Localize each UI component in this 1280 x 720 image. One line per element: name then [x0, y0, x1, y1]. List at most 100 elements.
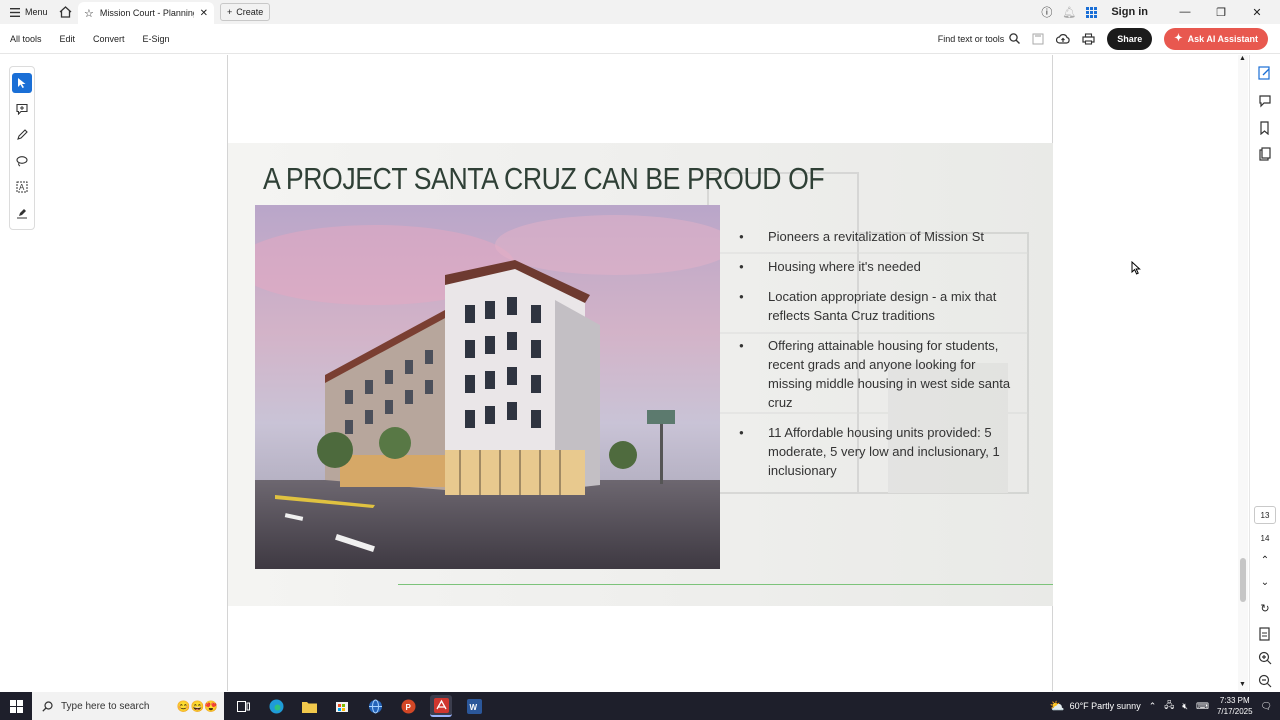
previous-page-icon[interactable]: ⌃: [1258, 555, 1272, 569]
scroll-thumb[interactable]: [1240, 558, 1246, 602]
clock-date: 7/17/2025: [1216, 707, 1253, 716]
file-explorer-button[interactable]: [298, 695, 320, 717]
sign-in-button[interactable]: Sign in: [1111, 6, 1148, 18]
edit-menu[interactable]: Edit: [60, 34, 76, 44]
close-tab-icon[interactable]: ✕: [200, 8, 208, 19]
cursor-arrow-icon: [18, 78, 26, 88]
convert-menu[interactable]: Convert: [93, 34, 125, 44]
comment-plus-icon: [16, 103, 28, 115]
minimize-icon[interactable]: —: [1172, 6, 1198, 18]
show-hidden-icons-icon[interactable]: ⌃: [1149, 701, 1157, 712]
acrobat-button[interactable]: [430, 695, 452, 717]
help-icon[interactable]: ⓘ: [1041, 4, 1052, 20]
save-icon[interactable]: [1032, 33, 1044, 45]
upload-cloud-icon[interactable]: [1056, 33, 1070, 45]
vertical-scrollbar[interactable]: ▲ ▼: [1238, 55, 1248, 691]
text-box-tool-button[interactable]: A: [12, 177, 32, 197]
green-divider-line: [398, 584, 1053, 585]
hamburger-icon: [10, 7, 20, 17]
edit-pdf-icon[interactable]: [1258, 66, 1272, 80]
windows-logo-icon: [9, 699, 23, 713]
text-box-icon: A: [16, 181, 28, 193]
restore-icon[interactable]: ❐: [1208, 6, 1234, 19]
ai-assistant-icon: ✦: [1174, 33, 1183, 44]
clock[interactable]: 7:33 PM 7/17/2025: [1217, 695, 1253, 717]
taskbar-search-input[interactable]: Type here to search 😊😄😍: [32, 692, 224, 720]
powerpoint-icon: P: [401, 699, 415, 713]
bookmark-icon[interactable]: [1258, 121, 1272, 135]
building-rendering-image: [255, 205, 720, 569]
bullet-item: Pioneers a revitalization of Mission St: [738, 227, 1018, 246]
ask-ai-assistant-button[interactable]: ✦ Ask AI Assistant: [1164, 27, 1268, 50]
word-icon: W: [466, 698, 482, 714]
emoji-widget-icon[interactable]: 😊😄😍: [177, 700, 218, 713]
add-comment-tool-button[interactable]: [12, 99, 32, 119]
apps-grid-icon[interactable]: [1086, 6, 1098, 18]
find-label: Find text or tools: [937, 33, 1005, 44]
svg-text:W: W: [469, 703, 477, 712]
edge-browser-button[interactable]: [265, 695, 287, 717]
bullet-item: 11 Affordable housing units provided: 5 …: [738, 423, 1018, 480]
partly-sunny-icon: ⛅: [1049, 699, 1065, 713]
zoom-out-icon[interactable]: [1258, 674, 1272, 688]
task-view-icon: [236, 700, 250, 712]
plus-icon: +: [227, 7, 233, 17]
weather-text: 60°F Partly sunny: [1069, 701, 1141, 711]
close-window-icon[interactable]: ✕: [1244, 6, 1270, 19]
scroll-up-icon[interactable]: ▲: [1239, 55, 1246, 62]
weather-widget[interactable]: ⛅ 60°F Partly sunny: [1050, 699, 1141, 713]
draw-tool-button[interactable]: [12, 125, 32, 145]
share-button[interactable]: Share: [1107, 27, 1153, 50]
create-button[interactable]: + Create: [220, 3, 271, 21]
task-view-button[interactable]: [232, 695, 254, 717]
volume-muted-icon[interactable]: 🔇︎: [1182, 701, 1188, 712]
powerpoint-button[interactable]: P: [397, 695, 419, 717]
next-page-icon[interactable]: ⌄: [1258, 577, 1272, 591]
lasso-icon: [16, 156, 28, 167]
find-tools-search[interactable]: Find text or tools: [938, 33, 1021, 44]
pages-thumbnail-icon[interactable]: [1258, 147, 1272, 161]
notification-bell-icon[interactable]: 🔔︎: [1062, 6, 1076, 19]
acrobat-icon: [433, 697, 449, 713]
home-icon: [59, 6, 71, 18]
scroll-down-icon[interactable]: ▼: [1239, 681, 1246, 688]
globe-icon: [368, 699, 382, 713]
notification-center-icon[interactable]: ⌨︎: [1196, 701, 1209, 712]
search-icon: [42, 700, 53, 712]
bullet-item: Offering attainable housing for students…: [738, 336, 1018, 412]
right-side-panel: 13 14 ⌃ ⌄ ↻: [1249, 55, 1280, 691]
current-page-number[interactable]: 13: [1254, 506, 1276, 524]
start-button[interactable]: [0, 699, 32, 713]
select-tool-button[interactable]: [12, 73, 32, 93]
home-button[interactable]: [52, 6, 78, 18]
pdf-page: A PROJECT SANTA CRUZ CAN BE PROUD OF ● P…: [227, 55, 1053, 691]
page-fit-icon[interactable]: [1258, 627, 1272, 641]
clock-time: 7:33 PM: [1219, 696, 1250, 705]
store-button[interactable]: [331, 695, 353, 717]
comments-icon[interactable]: [1258, 94, 1272, 108]
edge-icon: [269, 699, 283, 713]
document-viewport[interactable]: A PROJECT SANTA CRUZ CAN BE PROUD OF ● P…: [0, 55, 1240, 691]
svg-text:A: A: [19, 183, 25, 192]
signature-pen-icon: [17, 209, 27, 219]
menu-button[interactable]: Menu: [0, 7, 52, 17]
bullet-item: Location appropriate design - a mix that…: [738, 287, 1018, 325]
refresh-icon[interactable]: ↻: [1258, 602, 1272, 616]
next-page-number[interactable]: 14: [1254, 529, 1276, 547]
network-icon[interactable]: 🖧︎: [1164, 698, 1174, 714]
action-center-icon[interactable]: 🗨︎: [1261, 701, 1272, 712]
esign-menu[interactable]: E-Sign: [143, 34, 170, 44]
store-bag-icon: [336, 702, 348, 712]
print-icon[interactable]: [1082, 32, 1095, 45]
star-icon[interactable]: ☆: [84, 7, 94, 20]
search-icon: [1009, 33, 1021, 44]
vpn-app-button[interactable]: [364, 695, 386, 717]
word-button[interactable]: W: [463, 695, 485, 717]
zoom-in-icon[interactable]: [1258, 651, 1272, 665]
search-placeholder: Type here to search: [61, 700, 150, 712]
tab-title: Mission Court - Planning...: [99, 8, 194, 18]
document-tab[interactable]: ☆ Mission Court - Planning... ✕: [78, 2, 214, 24]
lasso-tool-button[interactable]: [12, 151, 32, 171]
all-tools-menu[interactable]: All tools: [10, 34, 42, 44]
sign-tool-button[interactable]: [12, 203, 32, 223]
